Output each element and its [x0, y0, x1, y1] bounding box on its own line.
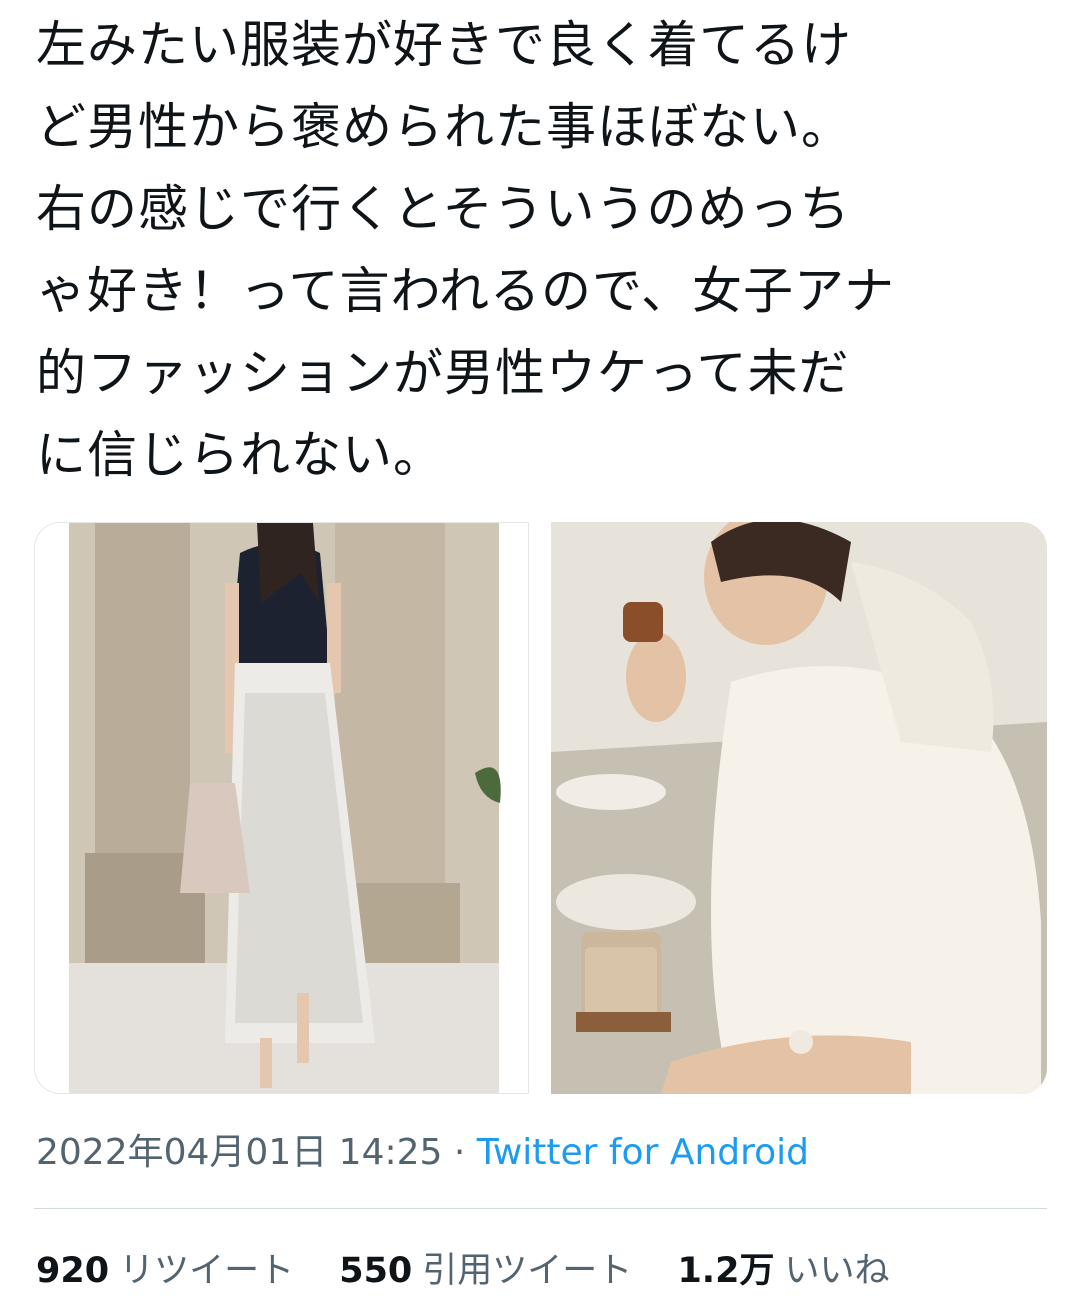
- stat-value: 920: [36, 1251, 110, 1291]
- photo-woman-hoodie-eating-icon: [551, 522, 1047, 1094]
- stat-label: いいね: [784, 1251, 890, 1291]
- stat-likes[interactable]: 1.2万 いいね: [677, 1246, 889, 1296]
- tweet-media: [34, 522, 1047, 1094]
- stat-quote-tweets[interactable]: 550 引用ツイート: [339, 1246, 632, 1296]
- tweet-stats: 920 リツイート 550 引用ツイート 1.2万 いいね: [36, 1246, 923, 1296]
- stat-value: 550: [339, 1251, 413, 1291]
- tweet-timestamp[interactable]: 2022年04月01日 14:25: [36, 1132, 442, 1173]
- stat-label: リツイート: [119, 1251, 295, 1291]
- media-photo-left[interactable]: [34, 522, 529, 1094]
- tweet-source-link[interactable]: Twitter for Android: [477, 1132, 809, 1173]
- stat-value: 1.2万: [677, 1251, 775, 1291]
- media-photo-right[interactable]: [551, 522, 1047, 1094]
- tweet-meta: 2022年04月01日 14:25 · Twitter for Android: [36, 1128, 809, 1178]
- stat-label: 引用ツイート: [422, 1251, 633, 1291]
- stat-retweets[interactable]: 920 リツイート: [36, 1246, 294, 1296]
- tweet-text: 左みたい服装が好きで良く着てるけ ど男性から褒められた事ほぼない。 右の感じで行…: [36, 16, 895, 484]
- divider: [34, 1208, 1047, 1209]
- meta-separator: ·: [442, 1132, 477, 1173]
- photo-woman-lace-skirt-icon: [35, 523, 528, 1093]
